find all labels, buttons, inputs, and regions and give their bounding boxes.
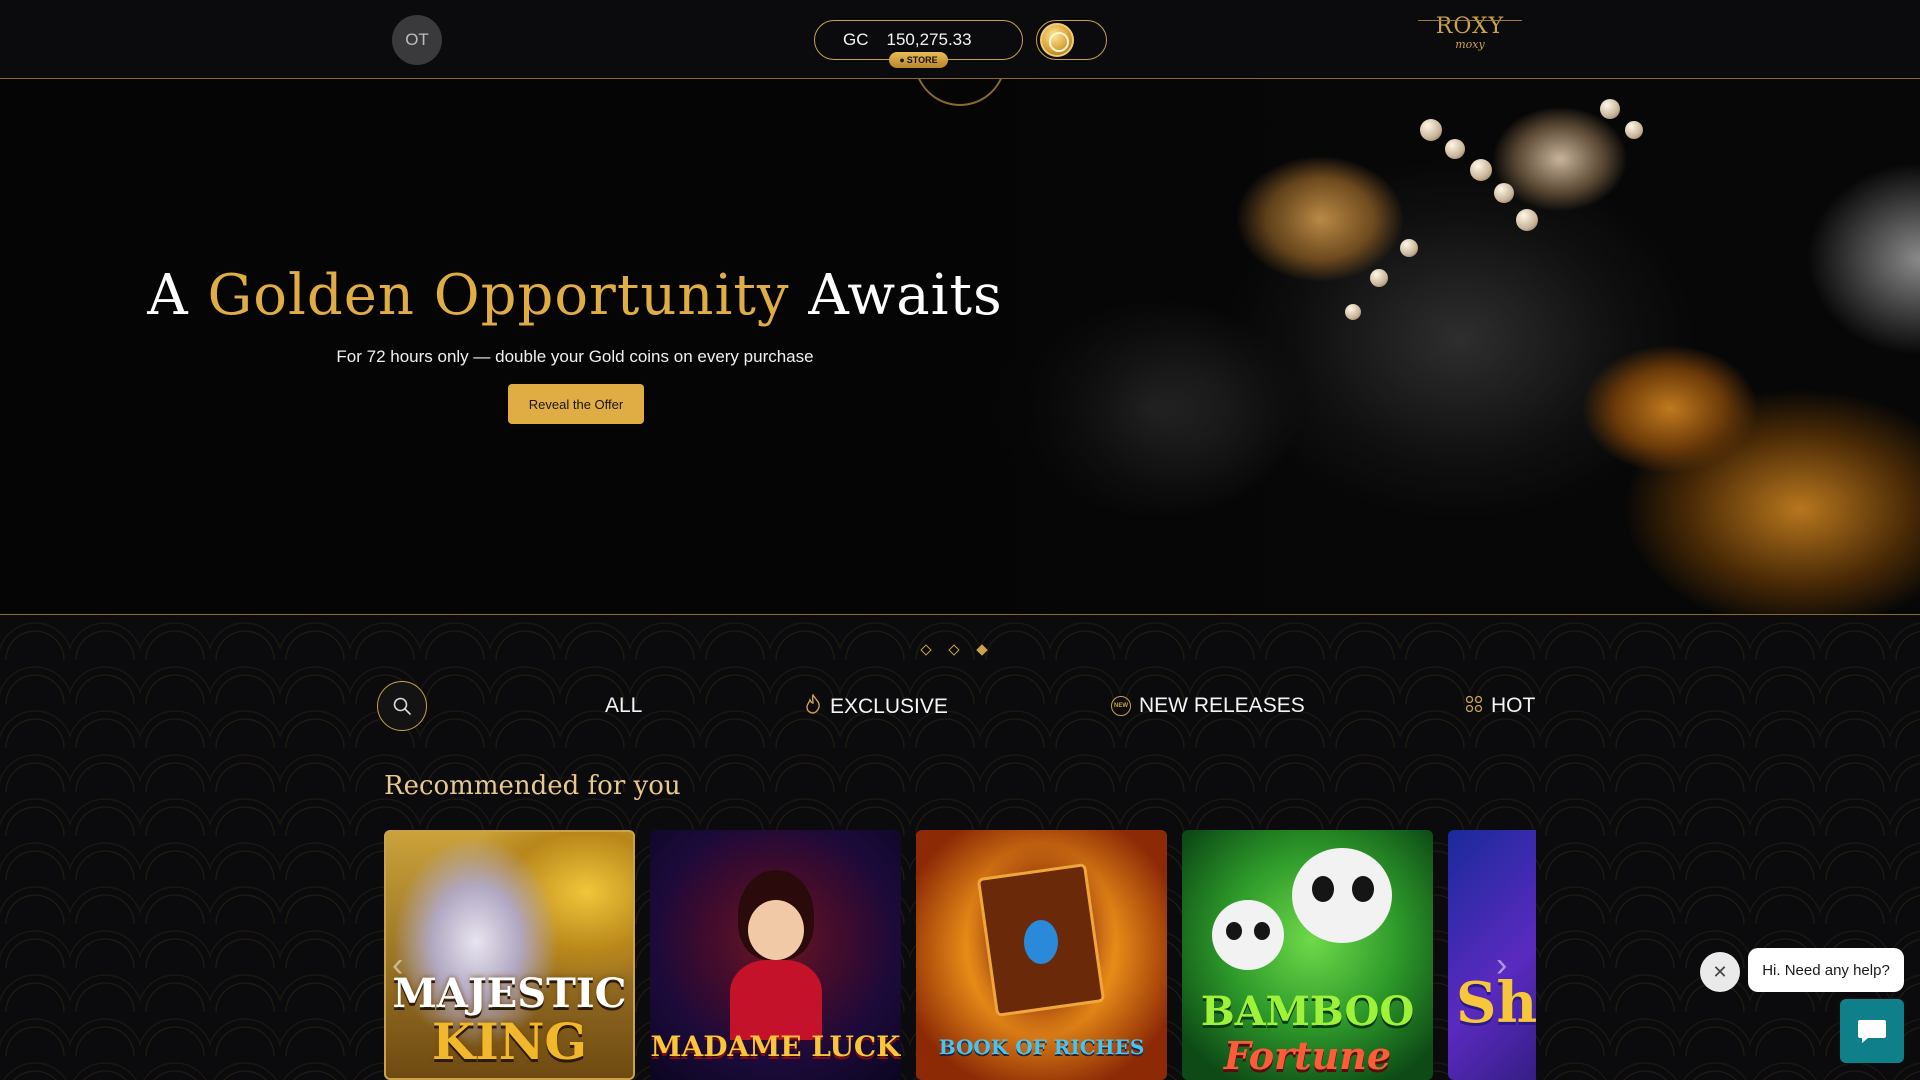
hero-subtitle: For 72 hours only — double your Gold coi… bbox=[336, 347, 814, 366]
tab-new-releases[interactable]: NEW NEW RELEASES bbox=[1111, 694, 1305, 718]
game-title: MAJESTIC KING bbox=[386, 970, 633, 1071]
carousel-prev-icon[interactable]: ‹ bbox=[392, 946, 403, 985]
game-title: BAMBOO Fortune bbox=[1182, 990, 1433, 1078]
games-section: ALL EXCLUSIVE NEW NEW RELEASES HOT Recom… bbox=[0, 616, 1920, 1080]
game-card-partial[interactable]: Sh bbox=[1448, 830, 1536, 1080]
close-icon: ✕ bbox=[1712, 961, 1728, 982]
reveal-offer-button[interactable]: Reveal the Offer bbox=[508, 384, 644, 424]
game-card-bamboo-fortune[interactable]: BAMBOO Fortune bbox=[1182, 830, 1433, 1080]
logo-divider bbox=[1418, 20, 1522, 21]
coin-icon: ● bbox=[899, 55, 905, 65]
game-title-line1: MAJESTIC bbox=[392, 970, 627, 1017]
recommended-heading: Recommended for you bbox=[384, 771, 681, 801]
tab-exclusive-label: EXCLUSIVE bbox=[830, 694, 948, 718]
balance-amount: 150,275.33 bbox=[886, 30, 972, 49]
gold-coin-icon bbox=[1040, 23, 1074, 57]
avatar-initials: OT bbox=[405, 30, 429, 49]
hero-title-highlight: Golden Opportunity bbox=[207, 263, 790, 328]
hero-title-tail: Awaits bbox=[808, 263, 1003, 328]
top-header: OT GC 150,275.33 ● STORE ROXY moxy bbox=[0, 0, 1920, 79]
carousel-dot-3[interactable] bbox=[976, 644, 988, 656]
game-card-madame-luck[interactable]: MADAME LUCK bbox=[650, 830, 901, 1080]
currency-label: GC bbox=[843, 30, 869, 49]
store-button[interactable]: ● STORE bbox=[889, 52, 948, 68]
carousel-dots bbox=[920, 644, 988, 656]
game-card-book-of-riches[interactable]: BOOK OF RICHES bbox=[916, 830, 1167, 1080]
hero-title: A Golden Opportunity Awaits bbox=[0, 263, 1150, 328]
game-title-line2: KING bbox=[431, 1012, 588, 1071]
game-card-majestic-king[interactable]: MAJESTIC KING bbox=[384, 830, 635, 1080]
help-message-bubble[interactable]: Hi. Need any help? bbox=[1748, 948, 1904, 992]
panda-small bbox=[1212, 900, 1284, 970]
category-tabs: ALL EXCLUSIVE NEW NEW RELEASES HOT bbox=[0, 693, 1920, 722]
help-close-button[interactable]: ✕ bbox=[1700, 952, 1740, 992]
coin-type-toggle[interactable] bbox=[1036, 20, 1107, 60]
carousel-dot-2[interactable] bbox=[948, 644, 960, 656]
logo-moxy-text: moxy bbox=[1455, 38, 1485, 51]
tab-all-label: ALL bbox=[605, 694, 643, 717]
panda-large bbox=[1292, 848, 1392, 943]
site-logo[interactable]: ROXY moxy bbox=[1418, 14, 1522, 62]
hero-title-lead: A bbox=[147, 263, 189, 328]
tab-all[interactable]: ALL bbox=[605, 694, 642, 718]
game-title-line2: Fortune bbox=[1223, 1033, 1392, 1078]
user-avatar[interactable]: OT bbox=[392, 15, 442, 65]
character-dress bbox=[730, 960, 822, 1040]
game-title: MADAME LUCK bbox=[650, 1030, 901, 1063]
tab-new-releases-label: NEW RELEASES bbox=[1139, 694, 1305, 717]
scarab-icon bbox=[1024, 920, 1058, 964]
flame-icon bbox=[804, 693, 822, 719]
chat-icon bbox=[1858, 1020, 1886, 1043]
recommended-carousel: MAJESTIC KING MADAME LUCK BOOK OF RICHES… bbox=[384, 830, 1536, 1080]
character-face bbox=[748, 900, 804, 960]
hero-banner: A Golden Opportunity Awaits For 72 hours… bbox=[0, 79, 1920, 615]
store-label: STORE bbox=[906, 55, 938, 65]
new-badge-icon: NEW bbox=[1111, 696, 1131, 716]
carousel-next-icon[interactable]: › bbox=[1496, 946, 1507, 985]
logo-roxy-text: ROXY bbox=[1435, 14, 1505, 39]
game-title-line1: BAMBOO bbox=[1200, 988, 1415, 1035]
carousel-dot-1[interactable] bbox=[920, 644, 932, 656]
game-title: BOOK OF RICHES bbox=[938, 1035, 1145, 1059]
tab-exclusive[interactable]: EXCLUSIVE bbox=[804, 693, 948, 719]
tab-hot[interactable]: HOT bbox=[1465, 694, 1535, 718]
hot-grid-icon bbox=[1465, 695, 1483, 718]
tab-hot-label: HOT bbox=[1491, 694, 1536, 717]
help-chat-launcher[interactable] bbox=[1840, 999, 1904, 1063]
